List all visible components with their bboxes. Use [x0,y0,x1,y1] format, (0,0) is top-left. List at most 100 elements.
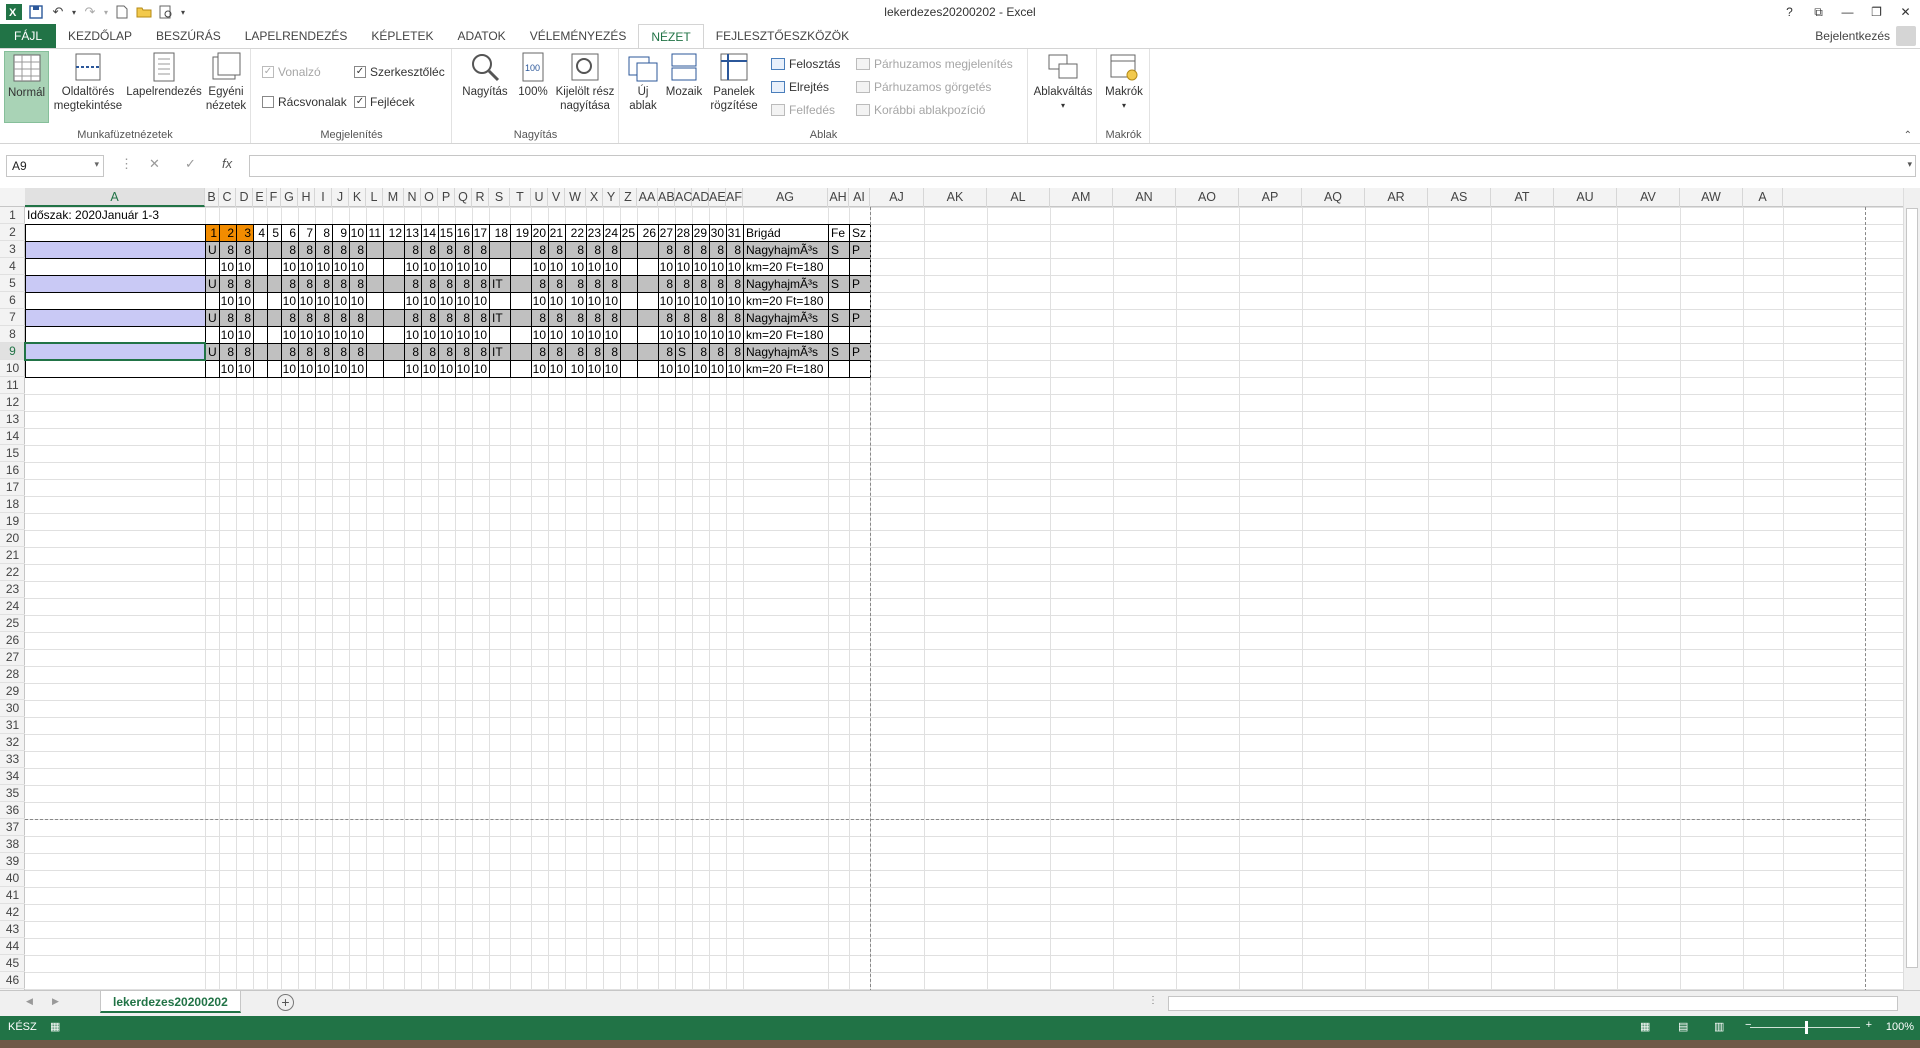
hours-cell[interactable] [253,309,268,327]
hours-cell[interactable]: 10 [219,326,237,344]
hours-cell[interactable]: 8 [298,275,316,293]
row-header[interactable]: 22 [0,564,25,581]
sz-header-cell[interactable]: Sz [849,224,871,242]
hours-cell[interactable]: 10 [586,326,604,344]
hours-cell[interactable]: 10 [692,326,710,344]
row-header[interactable]: 46 [0,972,25,989]
fe-cell[interactable]: S [828,309,850,327]
unhide-button[interactable]: Felfedés [771,103,835,117]
hours-cell[interactable] [366,326,384,344]
row-header[interactable]: 35 [0,785,25,802]
chevron-down-icon[interactable]: ▾ [94,159,99,170]
hours-cell[interactable] [366,241,384,259]
column-header[interactable]: I [315,188,332,207]
hours-cell[interactable]: 10 [726,326,744,344]
macros-button[interactable]: Makrók ▾ [1100,51,1148,113]
expand-formula-bar-icon[interactable]: ▾ [1907,159,1912,170]
row-header[interactable]: 13 [0,411,25,428]
hours-cell[interactable]: 10 [404,326,422,344]
sz-cell[interactable] [849,326,871,344]
tab-file[interactable]: FÁJL [0,24,56,48]
row-header[interactable]: 45 [0,955,25,972]
row-header[interactable]: 14 [0,428,25,445]
hours-cell[interactable] [637,292,659,310]
hours-cell[interactable] [383,326,405,344]
fe-cell[interactable] [828,292,850,310]
hours-cell[interactable]: 8 [586,343,604,361]
column-header[interactable]: AS [1428,188,1491,207]
hours-cell[interactable]: 10 [692,360,710,378]
hours-cell[interactable]: 10 [548,360,566,378]
hours-cell[interactable] [267,241,282,259]
tab-insert[interactable]: BESZÚRÁS [144,24,233,48]
hours-cell[interactable]: 8 [455,275,473,293]
hours-cell[interactable]: 8 [421,241,439,259]
hours-cell[interactable] [253,360,268,378]
hours-cell[interactable]: 8 [709,309,727,327]
column-header[interactable]: Q [455,188,472,207]
day-header-cell[interactable]: 19 [510,224,532,242]
zoom-in-icon[interactable]: + [1866,1019,1872,1031]
hours-cell[interactable]: 8 [658,275,676,293]
hours-cell[interactable] [510,275,532,293]
row-header[interactable]: 34 [0,768,25,785]
hours-cell[interactable]: 10 [455,360,473,378]
column-header[interactable]: F [267,188,281,207]
hours-cell[interactable] [620,241,638,259]
hours-cell[interactable]: 8 [692,343,710,361]
hours-cell[interactable]: 10 [455,326,473,344]
column-header[interactable]: Y [603,188,620,207]
hours-cell[interactable]: 10 [531,326,549,344]
hours-cell[interactable]: 10 [349,258,367,276]
tab-data[interactable]: ADATOK [445,24,517,48]
hours-cell[interactable]: IT [489,275,511,293]
zoom-to-selection-button[interactable]: Kijelölt rész nagyítása [553,51,617,113]
hours-cell[interactable] [620,309,638,327]
hours-cell[interactable] [620,292,638,310]
hours-cell[interactable]: 8 [531,241,549,259]
column-header[interactable]: G [281,188,298,207]
row-header[interactable]: 8 [0,326,25,343]
hours-cell[interactable]: 10 [531,292,549,310]
zoom-slider-thumb[interactable] [1805,1021,1808,1034]
row-header[interactable]: 27 [0,649,25,666]
hours-cell[interactable]: 10 [298,360,316,378]
day-header-cell[interactable]: 16 [455,224,473,242]
hours-cell[interactable]: 10 [332,258,350,276]
hours-cell[interactable]: 10 [236,326,254,344]
hours-cell[interactable] [510,292,532,310]
hours-cell[interactable]: 8 [565,309,587,327]
page-break-preview-button[interactable]: Oldaltörés megtekintése [51,51,125,113]
hours-cell[interactable]: 10 [548,292,566,310]
column-header[interactable]: T [510,188,531,207]
hours-cell[interactable]: 8 [438,309,456,327]
hours-cell[interactable] [253,292,268,310]
sz-cell[interactable]: P [849,241,871,259]
day-header-cell[interactable]: 22 [565,224,587,242]
hours-cell[interactable]: 10 [565,292,587,310]
brigade-cell[interactable]: NagyhajmÃ³s [743,241,829,259]
day-header-cell[interactable]: 25 [620,224,638,242]
day-header-cell[interactable]: 11 [366,224,384,242]
zoom-100-button[interactable]: 100 100% [513,51,553,99]
tab-review[interactable]: VÉLEMÉNYEZÉS [518,24,639,48]
day-header-cell[interactable]: 8 [315,224,333,242]
hours-cell[interactable]: 8 [603,275,621,293]
sign-in-link[interactable]: Bejelentkezés [1815,29,1890,43]
hours-cell[interactable]: 8 [586,275,604,293]
hours-cell[interactable]: 10 [726,258,744,276]
gridlines-checkbox[interactable]: Rácsvonalak [262,95,347,109]
column-header[interactable]: AA [637,188,658,207]
switch-windows-button[interactable]: Ablakváltás ▾ [1031,51,1095,113]
row-header[interactable]: 6 [0,292,25,309]
hours-cell[interactable]: 10 [692,292,710,310]
selected-cell[interactable] [24,342,206,361]
hours-cell[interactable] [253,241,268,259]
row-header[interactable]: 21 [0,547,25,564]
hours-cell[interactable] [510,343,532,361]
hours-cell[interactable]: 8 [349,309,367,327]
hours-cell[interactable]: IT [489,309,511,327]
hours-cell[interactable]: 10 [603,326,621,344]
hours-cell[interactable]: 8 [219,343,237,361]
hours-cell[interactable]: 8 [603,309,621,327]
